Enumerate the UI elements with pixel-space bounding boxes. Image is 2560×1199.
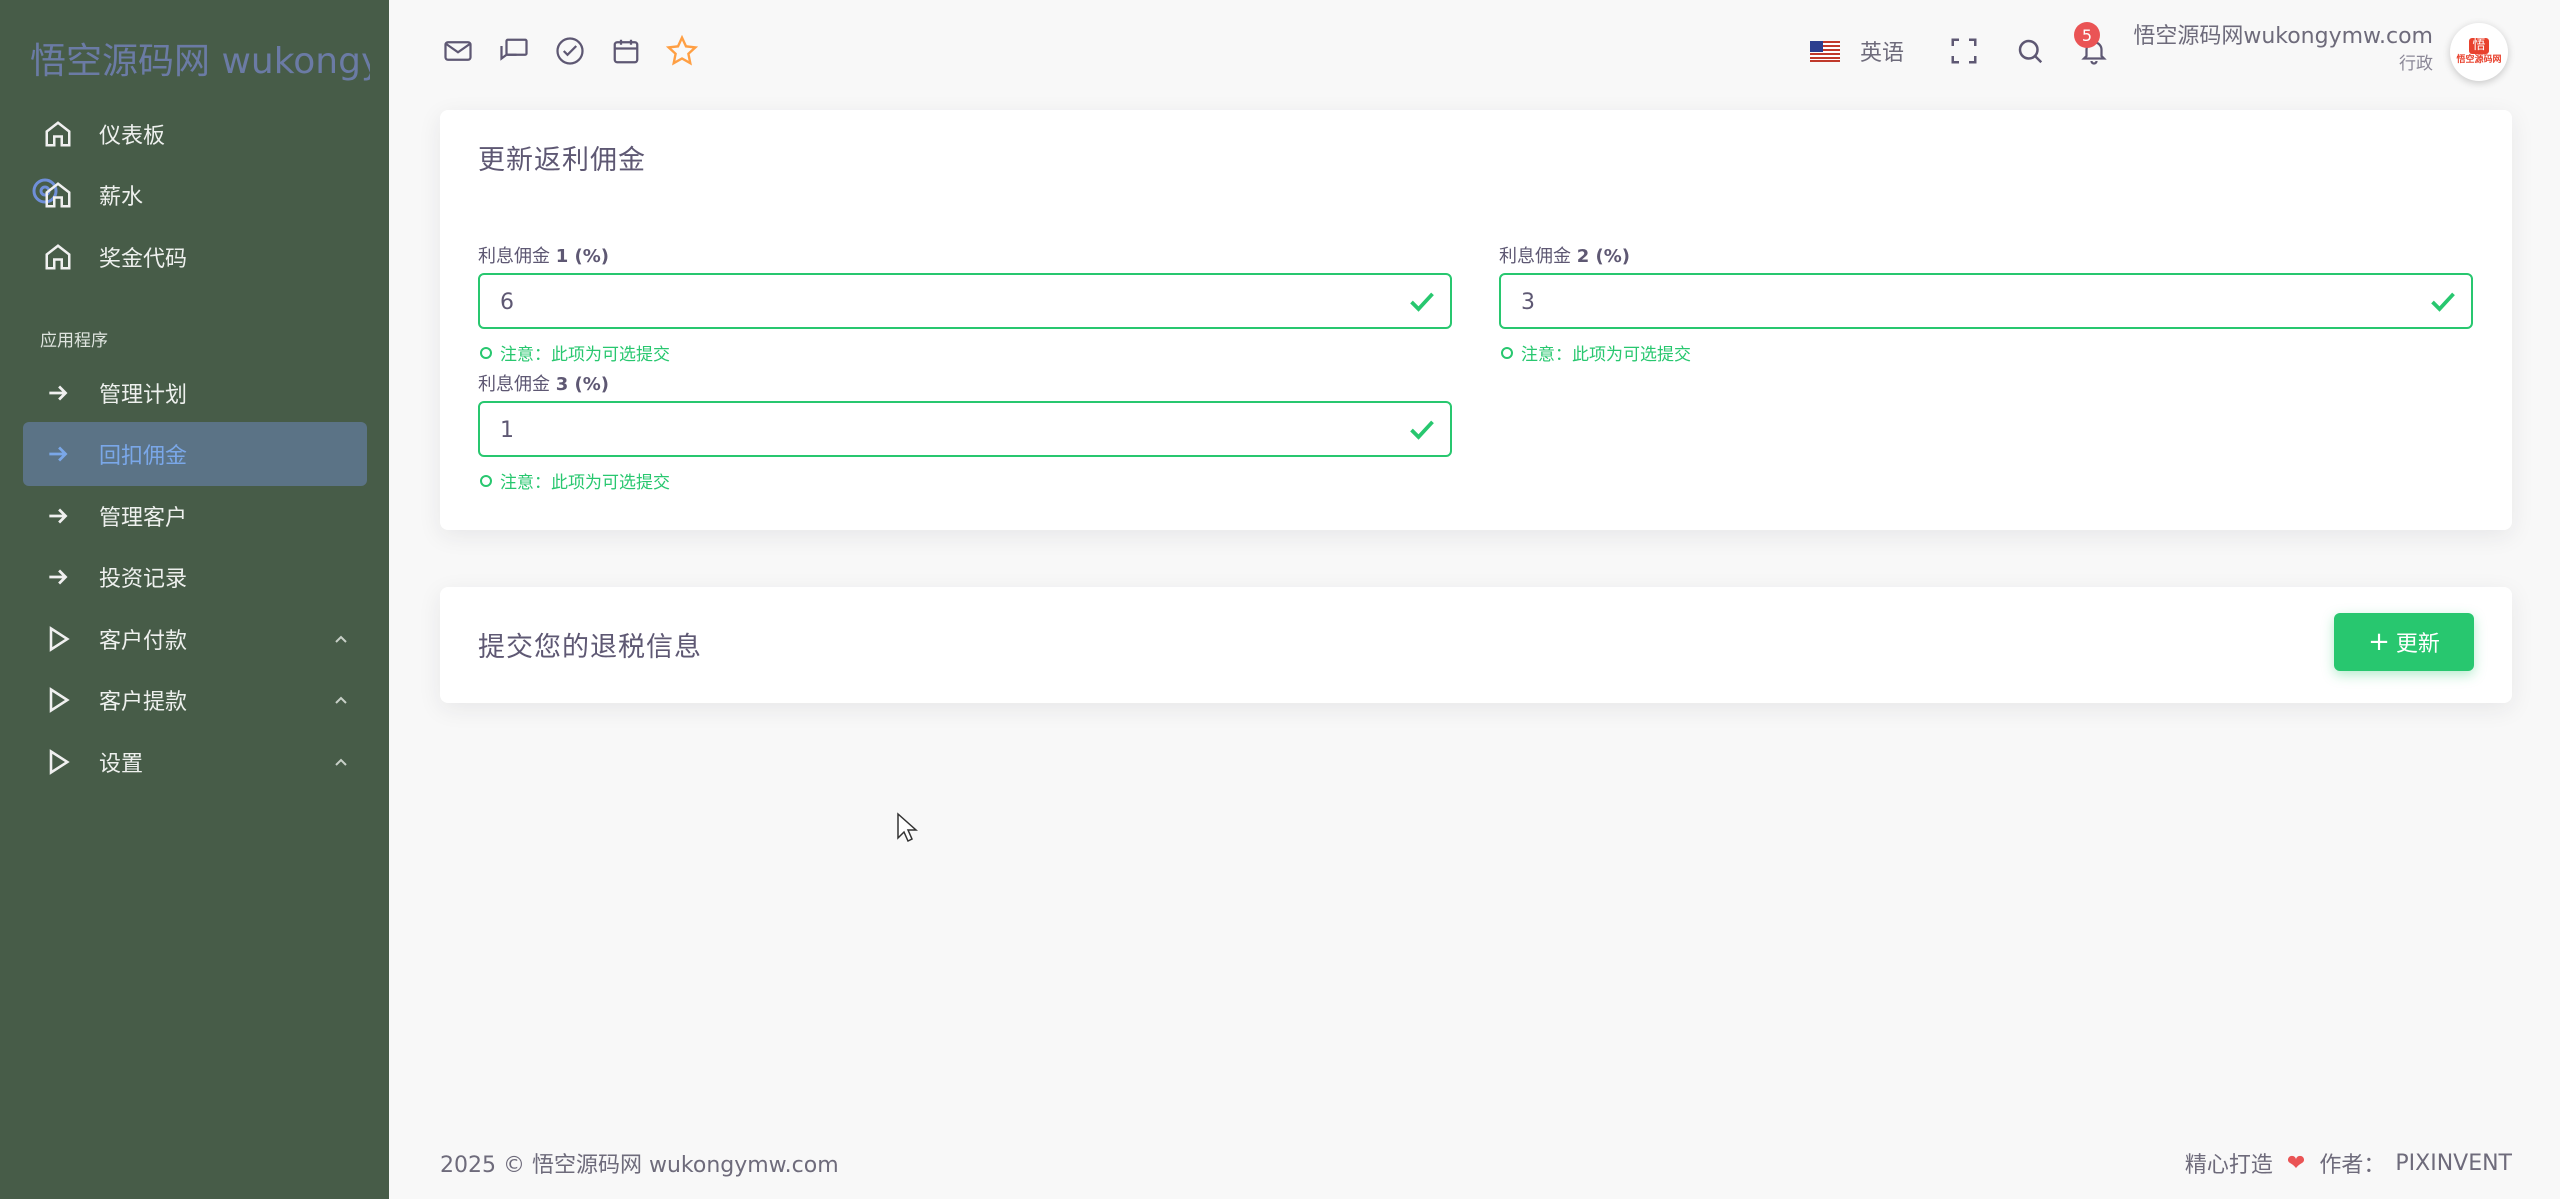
sidebar-item-label: 奖金代码 [99, 247, 188, 272]
check-icon [2431, 292, 2455, 312]
plus-icon: + [2368, 627, 2390, 657]
search-icon[interactable] [2013, 34, 2047, 68]
card-title: 提交您的退税信息 [478, 632, 702, 663]
topbar: 英语 5 悟空源码网wukongymw.com 行政 悟 悟空源码网 [389, 0, 2560, 100]
sidebar-item-label: 管理计划 [99, 383, 188, 408]
home-icon [41, 178, 75, 212]
footer-copyright: 2025 © 悟空源码网 wukongymw.com [440, 1153, 839, 1178]
sidebar-item-label: 管理客户 [99, 506, 188, 531]
language-label: 英语 [1860, 41, 1905, 66]
footer-author[interactable]: PIXINVENT [2395, 1151, 2512, 1176]
chevron-up-icon[interactable] [331, 752, 351, 772]
home-icon [41, 240, 75, 274]
us-flag-icon [1810, 40, 1840, 62]
chevron-up-icon[interactable] [331, 629, 351, 649]
sidebar-item-bonus-code[interactable]: 奖金代码 [23, 225, 367, 289]
sidebar-item-investment-records[interactable]: 投资记录 [23, 545, 367, 609]
card-title: 更新返利佣金 [478, 145, 646, 176]
footer-credits: 精心打造 ❤ 作者： PIXINVENT [2185, 1147, 2512, 1179]
sidebar-item-label: 投资记录 [99, 567, 188, 592]
sidebar-item-settings[interactable]: 设置 [23, 730, 367, 794]
field-label-commission-3: 利息佣金 3 (%) [478, 374, 610, 395]
sidebar-item-label: 回扣佣金 [99, 444, 188, 469]
brand-logo-text[interactable]: 悟空源码网 wukongymw.com [30, 38, 370, 86]
play-icon [41, 683, 75, 717]
arrow-right-icon [41, 437, 75, 471]
heart-icon: ❤ [2286, 1150, 2306, 1176]
avatar[interactable]: 悟 悟空源码网 [2450, 23, 2508, 81]
sidebar-item-manage-customers[interactable]: 管理客户 [23, 484, 367, 548]
sidebar-item-rebate-commission[interactable]: 回扣佣金 [23, 422, 367, 486]
check-icon [1410, 292, 1434, 312]
sidebar-item-customer-payments[interactable]: 客户付款 [23, 607, 367, 671]
commission-1-input[interactable] [498, 275, 1382, 329]
sidebar-item-label: 客户提款 [99, 690, 188, 715]
footer-made-with: 精心打造 [2184, 1153, 2273, 1178]
commission-2-field [1499, 273, 2473, 329]
avatar-logo-top: 悟 [2469, 38, 2489, 54]
user-role: 行政 [2399, 54, 2433, 74]
commission-3-input[interactable] [498, 403, 1382, 457]
field-hint: 注意：此项为可选提交 [1501, 340, 1691, 365]
sidebar-item-customer-withdrawals[interactable]: 客户提款 [23, 668, 367, 732]
play-icon [41, 745, 75, 779]
commission-1-field [478, 273, 1452, 329]
language-selector[interactable]: 英语 [1810, 34, 1904, 68]
check-circle-icon[interactable] [553, 34, 587, 68]
field-label-commission-1: 利息佣金 1 (%) [478, 246, 610, 267]
star-icon[interactable] [665, 34, 699, 68]
submit-tax-info-card: 提交您的退税信息 + 更新 [440, 587, 2512, 703]
commission-3-field [478, 401, 1452, 457]
update-button[interactable]: + 更新 [2334, 613, 2474, 671]
user-name: 悟空源码网wukongymw.com [2133, 24, 2433, 49]
sidebar-item-manage-plans[interactable]: 管理计划 [23, 361, 367, 425]
chat-icon[interactable] [497, 34, 531, 68]
commission-2-input[interactable] [1519, 275, 2403, 329]
field-hint: 注意：此项为可选提交 [480, 340, 670, 365]
sidebar-item-label: 设置 [99, 752, 144, 777]
sidebar-item-salary[interactable]: 薪水 [23, 163, 367, 227]
rebate-commission-card: 更新返利佣金 利息佣金 1 (%) 注意：此项为可选提交 利息佣金 2 (%) … [440, 110, 2512, 530]
arrow-right-icon [41, 499, 75, 533]
update-button-label: 更新 [2395, 632, 2440, 657]
arrow-right-icon [41, 560, 75, 594]
sidebar-item-label: 仪表板 [99, 124, 166, 149]
chevron-up-icon[interactable] [331, 690, 351, 710]
mouse-cursor-icon [897, 812, 918, 843]
sidebar: 悟空源码网 wukongymw.com 仪表板 薪水 奖金代码 应用程序 管理计… [0, 0, 389, 1199]
notification-badge: 5 [2074, 22, 2100, 48]
check-icon [1410, 420, 1434, 440]
play-icon [41, 622, 75, 656]
fullscreen-icon[interactable] [1947, 34, 1981, 68]
avatar-logo-bottom: 悟空源码网 [2456, 55, 2502, 65]
calendar-icon[interactable] [609, 34, 643, 68]
section-label-apps: 应用程序 [40, 331, 108, 351]
sidebar-item-label: 薪水 [99, 185, 144, 210]
arrow-right-icon [41, 376, 75, 410]
field-label-commission-2: 利息佣金 2 (%) [1499, 246, 1631, 267]
mail-icon[interactable] [441, 34, 475, 68]
home-icon [41, 117, 75, 151]
sidebar-item-label: 客户付款 [99, 629, 188, 654]
field-hint: 注意：此项为可选提交 [480, 468, 670, 493]
sidebar-item-dashboard[interactable]: 仪表板 [23, 102, 367, 166]
footer-author-label: 作者： [2319, 1153, 2386, 1178]
user-info[interactable]: 悟空源码网wukongymw.com 行政 [2133, 22, 2433, 76]
